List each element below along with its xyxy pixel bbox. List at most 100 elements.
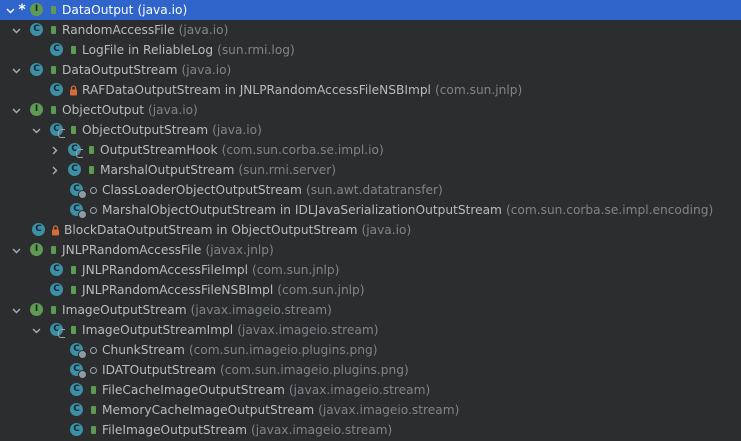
- focus-marker: *: [18, 2, 26, 18]
- node-package: (com.sun.jnlp): [252, 263, 340, 277]
- tree-node-objectoutputstream[interactable]: C ObjectOutputStream (java.io): [0, 120, 741, 140]
- public-icon: [48, 20, 58, 40]
- node-package: (java.io): [181, 63, 232, 77]
- class-icon: C: [70, 182, 87, 199]
- package-private-icon: [88, 360, 98, 380]
- chevron-down-icon[interactable]: [10, 60, 22, 80]
- node-package: (com.sun.jnlp): [277, 283, 365, 297]
- tree-node-imageoutputstream[interactable]: I ImageOutputStream (javax.imageio.strea…: [0, 300, 741, 320]
- node-label: ChunkStream: [102, 343, 185, 357]
- class-icon: C: [70, 422, 86, 438]
- node-label: JNLPRandomAccessFileImpl: [82, 263, 249, 277]
- class-icon: C: [70, 342, 87, 359]
- chevron-down-icon[interactable]: [4, 0, 16, 20]
- interface-icon: I: [30, 102, 46, 118]
- abstract-class-icon: C: [50, 322, 66, 338]
- lock-icon: [68, 80, 78, 100]
- tree-node-marshaloutputstream[interactable]: C MarshalOutputStream (sun.rmi.server): [0, 160, 741, 180]
- node-package: (com.sun.corba.se.impl.io): [221, 143, 384, 157]
- public-icon: [86, 160, 96, 180]
- chevron-down-icon[interactable]: [10, 20, 22, 40]
- node-label: ObjectOutputStream: [82, 123, 209, 137]
- node-package: (sun.awt.datatransfer): [305, 183, 443, 197]
- tree-node-memorycacheimageoutputstream[interactable]: C MemoryCacheImageOutputStream (javax.im…: [0, 400, 741, 420]
- class-icon: C: [32, 222, 48, 238]
- node-package: (java.io): [361, 223, 412, 237]
- node-label: RAFDataOutputStream in JNLPRandomAccessF…: [82, 83, 431, 97]
- tree-node-classloaderobjectoutputstream[interactable]: C ClassLoaderObjectOutputStream (sun.awt…: [0, 180, 741, 200]
- class-icon: C: [68, 142, 84, 158]
- node-label: RandomAccessFile: [62, 23, 175, 37]
- public-icon: [68, 260, 78, 280]
- chevron-right-icon[interactable]: [48, 140, 60, 160]
- public-icon: [48, 0, 58, 20]
- node-label: MarshalObjectOutputStream in IDLJavaSeri…: [102, 203, 502, 217]
- node-label: JNLPRandomAccessFile: [62, 243, 202, 257]
- node-package: (com.sun.imageio.plugins.png): [220, 363, 409, 377]
- public-icon: [68, 320, 78, 340]
- chevron-down-icon[interactable]: [30, 320, 42, 340]
- class-icon: C: [50, 262, 66, 278]
- tree-node-blockdataoutputstream[interactable]: C BlockDataOutputStream in ObjectOutputS…: [0, 220, 741, 240]
- tree-node-dataoutput[interactable]: * I DataOutput (java.io): [0, 0, 741, 20]
- node-package: (java.io): [137, 3, 188, 17]
- class-icon: C: [50, 82, 66, 98]
- type-hierarchy-tree[interactable]: * I DataOutput (java.io) C RandomAccessF…: [0, 0, 741, 441]
- tree-node-jnlprandomaccessfile[interactable]: I JNLPRandomAccessFile (javax.jnlp): [0, 240, 741, 260]
- node-label: FileCacheImageOutputStream: [102, 383, 285, 397]
- node-package: (com.sun.jnlp): [434, 83, 523, 97]
- tree-node-filecacheimageoutputstream[interactable]: C FileCacheImageOutputStream (javax.imag…: [0, 380, 741, 400]
- tree-node-fileimageoutputstream[interactable]: C FileImageOutputStream (javax.imageio.s…: [0, 420, 741, 440]
- tree-node-outputstreamhook[interactable]: C OutputStreamHook (com.sun.corba.se.imp…: [0, 140, 741, 160]
- public-icon: [68, 120, 78, 140]
- public-icon: [68, 40, 78, 60]
- node-package: (java.io): [212, 123, 262, 137]
- node-label: OutputStreamHook: [100, 143, 218, 157]
- public-icon: [48, 300, 58, 320]
- tree-node-imageoutputstreamimpl[interactable]: C ImageOutputStreamImpl (javax.imageio.s…: [0, 320, 741, 340]
- public-icon: [48, 100, 58, 120]
- chevron-down-icon[interactable]: [10, 100, 22, 120]
- public-icon: [88, 420, 98, 440]
- class-icon: C: [70, 382, 86, 398]
- interface-icon: I: [30, 242, 46, 258]
- node-package: (sun.rmi.server): [238, 163, 337, 177]
- tree-node-chunkstream[interactable]: C ChunkStream (com.sun.imageio.plugins.p…: [0, 340, 741, 360]
- tree-node-dataoutputstream[interactable]: C DataOutputStream (java.io): [0, 60, 741, 80]
- tree-node-rafdataoutputstream[interactable]: C RAFDataOutputStream in JNLPRandomAcces…: [0, 80, 741, 100]
- public-icon: [88, 380, 98, 400]
- public-icon: [86, 140, 96, 160]
- class-icon: C: [68, 162, 84, 178]
- chevron-down-icon[interactable]: [10, 240, 22, 260]
- tree-node-jnlprandomaccessfilensbimpl[interactable]: C JNLPRandomAccessFileNSBImpl (com.sun.j…: [0, 280, 741, 300]
- class-icon: C: [50, 122, 66, 138]
- node-label: ObjectOutput: [62, 103, 145, 117]
- class-icon: C: [30, 62, 46, 78]
- node-package: (javax.jnlp): [205, 243, 274, 257]
- node-label: MemoryCacheImageOutputStream: [102, 403, 315, 417]
- tree-node-logfile[interactable]: C LogFile in ReliableLog (sun.rmi.log): [0, 40, 741, 60]
- chevron-right-icon[interactable]: [48, 160, 60, 180]
- interface-icon: I: [30, 302, 46, 318]
- tree-node-randomaccessfile[interactable]: C RandomAccessFile (java.io): [0, 20, 741, 40]
- node-label: ImageOutputStreamImpl: [82, 323, 234, 337]
- chevron-down-icon[interactable]: [30, 120, 42, 140]
- node-label: MarshalOutputStream: [100, 163, 235, 177]
- node-label: IDATOutputStream: [102, 363, 217, 377]
- node-package: (com.sun.corba.se.impl.encoding): [505, 203, 714, 217]
- node-label: DataOutputStream: [62, 63, 178, 77]
- node-label: ClassLoaderObjectOutputStream: [102, 183, 302, 197]
- tree-node-idatoutputstream[interactable]: C IDATOutputStream (com.sun.imageio.plug…: [0, 360, 741, 380]
- node-package: (java.io): [178, 23, 229, 37]
- class-icon: C: [30, 22, 46, 38]
- package-private-icon: [88, 340, 98, 360]
- chevron-down-icon[interactable]: [10, 300, 22, 320]
- tree-node-jnlprandomaccessfileimpl[interactable]: C JNLPRandomAccessFileImpl (com.sun.jnlp…: [0, 260, 741, 280]
- tree-node-marshalobjectoutputstream[interactable]: C MarshalObjectOutputStream in IDLJavaSe…: [0, 200, 741, 220]
- tree-node-objectoutput[interactable]: I ObjectOutput (java.io): [0, 100, 741, 120]
- interface-icon: I: [30, 2, 46, 18]
- node-label: JNLPRandomAccessFileNSBImpl: [82, 283, 274, 297]
- node-package: (javax.imageio.stream): [288, 383, 431, 397]
- public-icon: [68, 280, 78, 300]
- package-private-icon: [88, 180, 98, 200]
